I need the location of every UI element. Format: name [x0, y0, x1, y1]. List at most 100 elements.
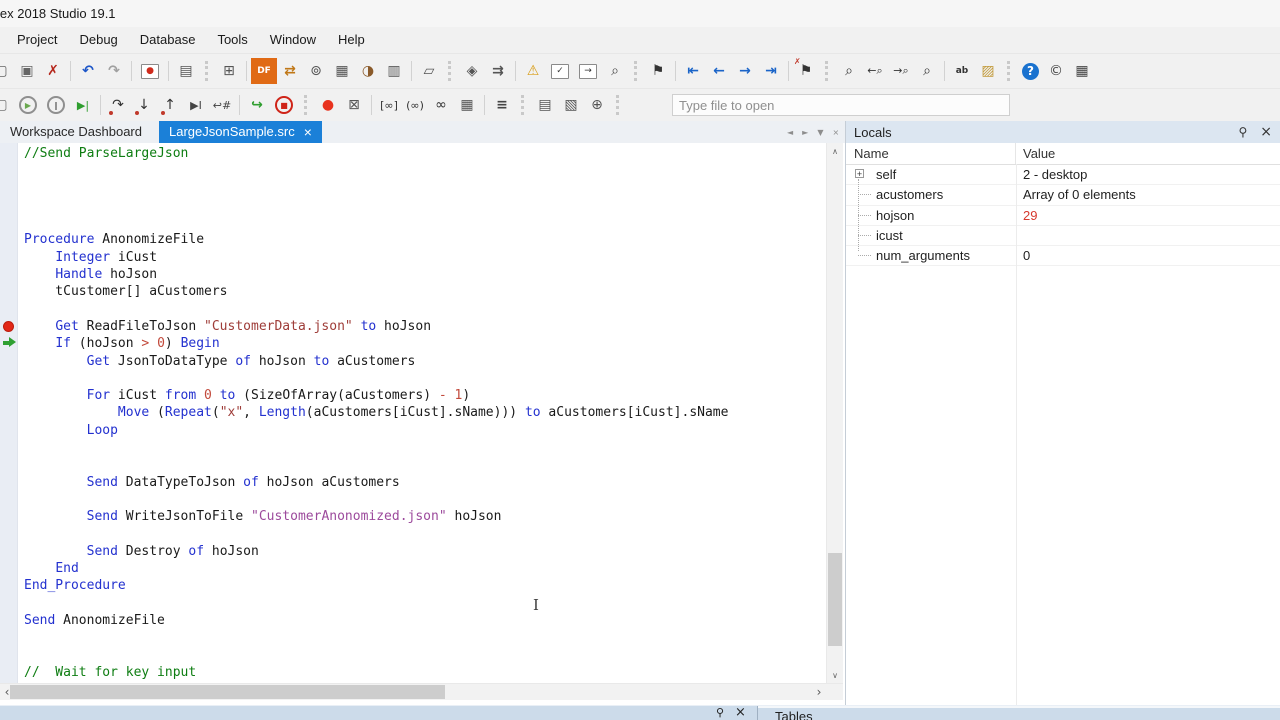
scroll-down-icon[interactable]: ∨ — [827, 667, 843, 683]
code-line[interactable]: Send AnonomizeFile — [24, 612, 826, 629]
tab-workspace-dashboard[interactable]: Workspace Dashboard — [0, 121, 152, 143]
start-debugging-icon[interactable]: ▶ — [19, 96, 37, 114]
code-line[interactable]: Get ReadFileToJson "CustomerData.json" t… — [24, 318, 826, 335]
database-explorer-icon[interactable]: ⊚ — [303, 58, 329, 84]
help-icon[interactable]: ? — [1022, 63, 1039, 80]
dataflex-explorer-icon[interactable]: DF — [251, 58, 277, 84]
styler-icon[interactable]: ◑ — [355, 58, 381, 84]
code-line[interactable] — [24, 301, 826, 318]
find-in-document-icon[interactable]: ⌕ — [602, 58, 628, 84]
code-line[interactable] — [24, 526, 826, 543]
find-previous-icon[interactable]: ←⌕ — [862, 58, 888, 84]
watches-icon[interactable]: [∞] — [376, 92, 402, 118]
previous-bookmark-icon[interactable]: ← — [706, 58, 732, 84]
code-line[interactable] — [24, 491, 826, 508]
code-line[interactable]: Send Destroy of hoJson — [24, 543, 826, 560]
table-lookup-icon[interactable]: ▥ — [381, 58, 407, 84]
last-bookmark-icon[interactable]: ⇥ — [758, 58, 784, 84]
horizontal-scroll-thumb[interactable] — [10, 685, 445, 699]
copy-icon[interactable]: ▢ — [0, 58, 14, 84]
new-document-icon[interactable]: ▱ — [416, 58, 442, 84]
file-open-input[interactable] — [672, 94, 1010, 116]
replace-icon[interactable]: ab — [949, 58, 975, 84]
step-into-icon[interactable]: ↓ — [131, 92, 157, 118]
locals-row[interactable]: +self2 - desktop — [846, 165, 1280, 185]
code-line[interactable]: Procedure AnonomizeFile — [24, 231, 826, 248]
code-line[interactable]: For iCust from 0 to (SizeOfArray(aCustom… — [24, 387, 826, 404]
import-wizard-icon[interactable]: ⇉ — [485, 58, 511, 84]
call-stack-icon[interactable]: ≡ — [489, 92, 515, 118]
web-services-icon[interactable]: ⊕ — [584, 92, 610, 118]
print-icon[interactable]: ▤ — [173, 58, 199, 84]
paste-icon[interactable]: ▣ — [14, 58, 40, 84]
set-next-statement-icon[interactable]: ↩# — [209, 92, 235, 118]
horizontal-scrollbar[interactable]: ‹ › — [0, 683, 843, 700]
editor-gutter[interactable] — [0, 143, 18, 683]
code-line[interactable] — [24, 180, 826, 197]
menu-item-window[interactable]: Window — [259, 27, 327, 53]
tab-list-icon[interactable]: ▼ — [817, 128, 823, 137]
scroll-tabs-left-icon[interactable]: ◄ — [787, 128, 793, 137]
code-line[interactable]: Loop — [24, 422, 826, 439]
step-over-icon[interactable]: ↷ — [105, 92, 131, 118]
about-icon[interactable]: © — [1043, 58, 1069, 84]
pause-debugging-icon[interactable]: ‖ — [47, 96, 65, 114]
code-line[interactable]: End — [24, 560, 826, 577]
pin-icon[interactable]: ⚲ — [716, 706, 724, 719]
code-line[interactable] — [24, 629, 826, 646]
toggle-breakpoint-icon[interactable]: ● — [315, 92, 341, 118]
close-document-icon[interactable]: × — [832, 128, 839, 137]
find-icon[interactable]: ⌕ — [836, 58, 862, 84]
record-macro-icon[interactable]: ● — [141, 64, 159, 79]
column-header-name[interactable]: Name — [846, 143, 1016, 164]
code-line[interactable] — [24, 439, 826, 456]
find-next-icon[interactable]: →⌕ — [888, 58, 914, 84]
code-line[interactable]: //Send ParseLargeJson — [24, 145, 826, 162]
table-explorer-icon[interactable]: ▤ — [532, 92, 558, 118]
menu-item-tools[interactable]: Tools — [206, 27, 258, 53]
compile-check-icon[interactable]: ⚠ — [520, 58, 546, 84]
code-line[interactable]: End_Procedure — [24, 577, 826, 594]
menu-item-debug[interactable]: Debug — [68, 27, 128, 53]
code-line[interactable]: If (hoJson > 0) Begin — [24, 335, 826, 352]
validate-icon[interactable]: ✓ — [551, 64, 569, 79]
tab-close-icon[interactable]: × — [304, 121, 312, 143]
menu-item-help[interactable]: Help — [327, 27, 376, 53]
column-header-value[interactable]: Value — [1016, 143, 1055, 164]
copy-special-icon[interactable]: ⊞ — [216, 58, 242, 84]
breakpoints-window-icon[interactable]: ⊠ — [341, 92, 367, 118]
toggle-bookmark-icon[interactable]: ⚑ — [645, 58, 671, 84]
undo-icon[interactable]: ↶ — [75, 58, 101, 84]
step-program-icon[interactable]: ▶| — [70, 92, 96, 118]
pin-icon[interactable]: ⚲ — [1238, 125, 1247, 139]
code-editor[interactable]: //Send ParseLargeJson Procedure Anonomize… — [19, 143, 826, 683]
delete-icon[interactable]: ✗ — [40, 58, 66, 84]
scroll-up-icon[interactable]: ∧ — [827, 143, 843, 159]
insert-component-icon[interactable]: ◈ — [459, 58, 485, 84]
code-line[interactable] — [24, 647, 826, 664]
code-line[interactable] — [24, 456, 826, 473]
run-program-icon[interactable]: → — [579, 64, 597, 79]
stop-debugging-icon[interactable]: ■ — [275, 96, 293, 114]
locals-row[interactable]: icust — [846, 226, 1280, 246]
globals-icon[interactable]: (∞) — [402, 92, 428, 118]
expand-toggle-icon[interactable]: + — [855, 169, 864, 178]
first-bookmark-icon[interactable]: ⇤ — [680, 58, 706, 84]
code-line[interactable]: Handle hoJson — [24, 266, 826, 283]
switch-view-icon[interactable]: ⇄ — [277, 58, 303, 84]
code-line[interactable]: tCustomer[] aCustomers — [24, 283, 826, 300]
tab-largejsonsample[interactable]: LargeJsonSample.src × — [159, 121, 322, 143]
close-icon[interactable]: × — [735, 705, 746, 720]
search-in-files-icon[interactable]: ⌕ — [914, 58, 940, 84]
configure-debugger-icon[interactable]: ▢ — [0, 92, 14, 118]
code-line[interactable]: Integer iCust — [24, 249, 826, 266]
redo-icon[interactable]: ↷ — [101, 58, 127, 84]
menu-item-database[interactable]: Database — [129, 27, 207, 53]
next-bookmark-icon[interactable]: → — [732, 58, 758, 84]
code-line[interactable]: Send WriteJsonToFile "CustomerAnonomized… — [24, 508, 826, 525]
locals-icon[interactable]: ∞ — [428, 92, 454, 118]
code-line[interactable] — [24, 595, 826, 612]
locals-row[interactable]: hojson29 — [846, 206, 1280, 226]
code-line[interactable] — [24, 162, 826, 179]
code-line[interactable] — [24, 370, 826, 387]
